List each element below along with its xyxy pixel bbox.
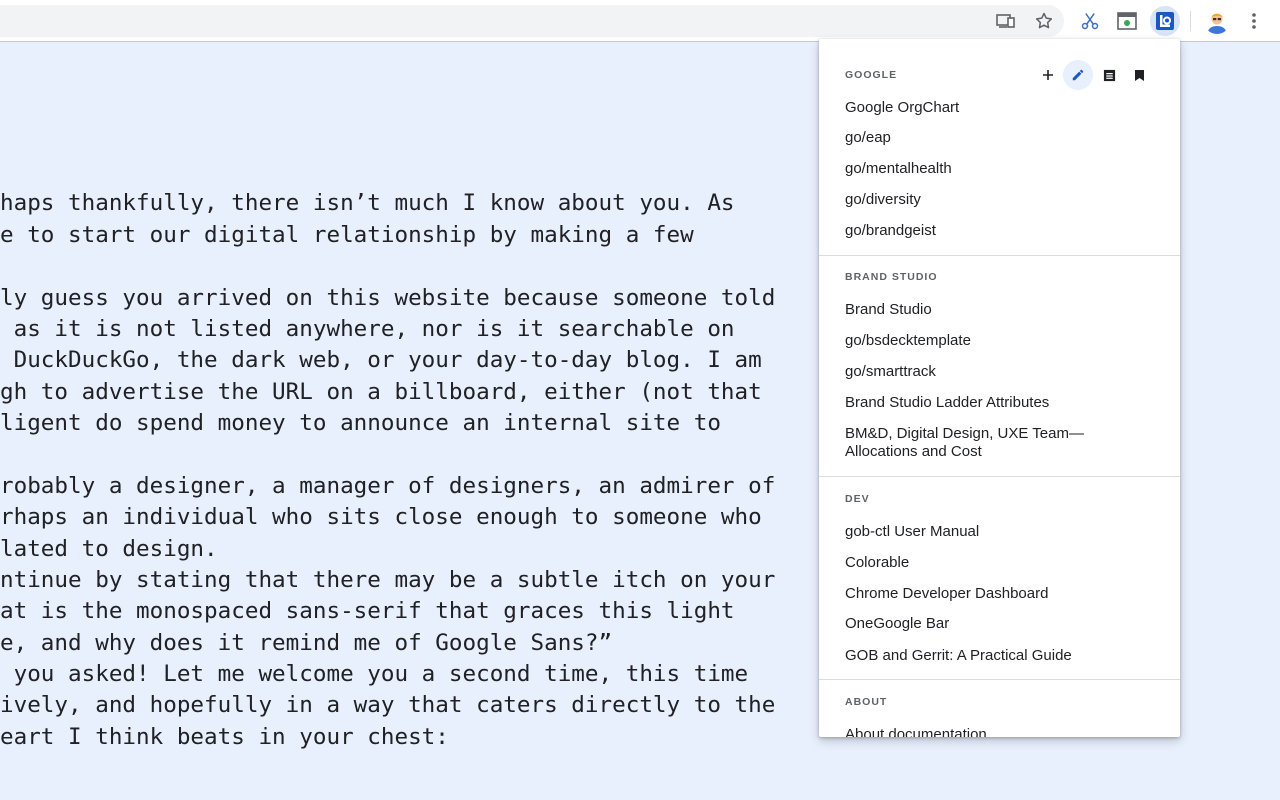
omnibox[interactable] — [0, 5, 1064, 37]
links-popup: GOOGLE Google OrgChart go/eap go/mentalh… — [819, 39, 1180, 737]
link-item[interactable]: Brand Studio — [845, 301, 1145, 319]
link-item[interactable]: Chrome Developer Dashboard — [845, 585, 1145, 603]
text-line: e to start our digital relationship by m… — [0, 222, 694, 248]
text-line: eart I think beats in your chest: — [0, 724, 449, 750]
link-item[interactable]: go/eap — [845, 129, 1145, 147]
text-line: lated to design. — [0, 536, 218, 562]
section-divider — [819, 255, 1180, 256]
section-divider — [819, 679, 1180, 680]
text-line: robably a designer, a manager of designe… — [0, 473, 776, 499]
text-line: DuckDuckGo, the dark web, or your day-to… — [0, 347, 762, 373]
page-content: haps thankfully, there isn’t much I know… — [0, 0, 820, 800]
text-line: haps thankfully, there isn’t much I know… — [0, 190, 735, 216]
bookmark-icon[interactable] — [1124, 60, 1154, 90]
link-item[interactable]: go/bsdecktemplate — [845, 332, 1145, 350]
toolbar-separator — [1190, 11, 1191, 31]
text-line: ly guess you arrived on this website bec… — [0, 285, 776, 311]
browser-toolbar — [0, 0, 1280, 42]
text-line: at is the monospaced sans-serif that gra… — [0, 598, 735, 624]
edit-icon[interactable] — [1063, 60, 1093, 90]
text-line: ively, and hopefully in a way that cater… — [0, 692, 776, 718]
section-header-dev: DEV — [845, 493, 870, 505]
text-line: you asked! Let me welcome you a second t… — [0, 661, 749, 687]
avatar[interactable] — [1204, 8, 1230, 34]
section-header-brand-studio: BRAND STUDIO — [845, 271, 938, 283]
section-divider — [819, 476, 1180, 477]
link-item[interactable]: go/smarttrack — [845, 363, 1145, 381]
link-item[interactable]: Google OrgChart — [845, 99, 1145, 117]
text-line: ligent do spend money to announce an int… — [0, 410, 721, 436]
list-icon[interactable] — [1094, 60, 1124, 90]
link-item[interactable]: go/brandgeist — [845, 222, 1145, 240]
text-line: ntinue by stating that there may be a su… — [0, 567, 776, 593]
more-vert-icon[interactable] — [1239, 6, 1269, 36]
link-item[interactable]: go/diversity — [845, 191, 1145, 209]
link-item[interactable]: BM&D, Digital Design, UXE Team— Allocati… — [845, 425, 1145, 461]
link-item[interactable]: About documentation — [845, 726, 1145, 737]
link-item[interactable]: OneGoogle Bar — [845, 615, 1145, 633]
text-line: as it is not listed anywhere, nor is it … — [0, 316, 735, 342]
text-line: e, and why does it remind me of Google S… — [0, 630, 613, 656]
text-line: gh to advertise the URL on a billboard, … — [0, 379, 762, 405]
section-header-google: GOOGLE — [845, 69, 898, 81]
link-item[interactable]: Colorable — [845, 554, 1145, 572]
add-icon[interactable] — [1033, 60, 1063, 90]
links-extension-icon[interactable] — [1150, 6, 1180, 36]
link-item[interactable]: gob-ctl User Manual — [845, 523, 1145, 541]
cast-icon[interactable] — [991, 6, 1021, 36]
scissors-icon[interactable] — [1075, 6, 1105, 36]
link-item[interactable]: Brand Studio Ladder Attributes — [845, 394, 1145, 412]
star-icon[interactable] — [1029, 6, 1059, 36]
link-item[interactable]: GOB and Gerrit: A Practical Guide — [845, 647, 1145, 665]
text-line: rhaps an individual who sits close enoug… — [0, 504, 762, 530]
link-item[interactable]: go/mentalhealth — [845, 160, 1145, 178]
section-header-about: ABOUT — [845, 696, 888, 708]
screenshot-icon[interactable] — [1112, 6, 1142, 36]
